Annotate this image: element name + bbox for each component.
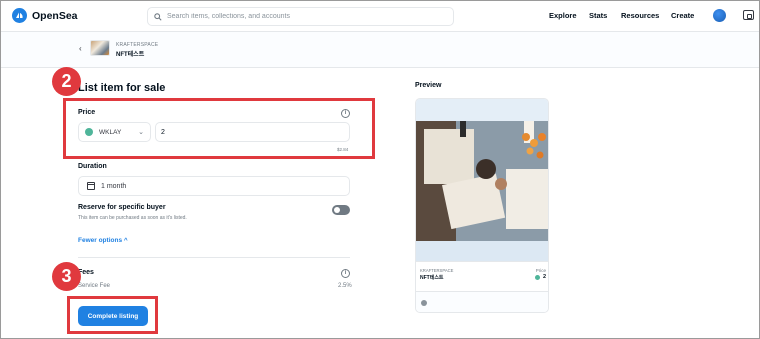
nft-card-footer bbox=[416, 291, 548, 312]
reserve-label: Reserve for specific buyer bbox=[78, 204, 166, 211]
calendar-icon bbox=[87, 182, 95, 190]
nft-preview-card[interactable]: KRAFTERSPACE NFT테스트 Price 2 bbox=[415, 98, 549, 313]
profile-avatar[interactable] bbox=[713, 9, 726, 22]
opensea-logo-icon bbox=[12, 8, 27, 23]
card-item-name: NFT테스트 bbox=[420, 275, 444, 281]
klay-token-icon bbox=[534, 274, 540, 280]
nav-resources[interactable]: Resources bbox=[621, 11, 659, 20]
card-price: 2 bbox=[534, 274, 546, 280]
card-price-value: 2 bbox=[542, 274, 546, 280]
divider bbox=[78, 257, 350, 258]
nft-image bbox=[416, 99, 548, 261]
brand-name: OpenSea bbox=[32, 9, 78, 22]
nav-explore[interactable]: Explore bbox=[549, 11, 577, 20]
duration-value: 1 month bbox=[101, 182, 127, 190]
card-price-label: Price bbox=[535, 268, 546, 273]
collection-name[interactable]: KRAFTERSPACE bbox=[116, 42, 158, 48]
wallet-icon[interactable] bbox=[743, 10, 754, 20]
item-subheader: ‹ KRAFTERSPACE NFT테스트 bbox=[1, 32, 759, 68]
duration-select[interactable]: 1 month bbox=[78, 176, 350, 196]
nft-card-info: KRAFTERSPACE NFT테스트 Price 2 bbox=[416, 261, 548, 291]
preview-heading: Preview bbox=[415, 82, 442, 89]
search-input[interactable] bbox=[167, 13, 437, 20]
klaytn-chain-icon bbox=[421, 300, 427, 306]
app-window: OpenSea Explore Stats Resources Create ‹… bbox=[0, 0, 760, 339]
duration-label: Duration bbox=[78, 163, 107, 170]
reserve-description: This item can be purchased as soon as it… bbox=[78, 215, 187, 221]
complete-highlight-box bbox=[67, 296, 158, 334]
card-collection: KRAFTERSPACE bbox=[420, 268, 454, 273]
top-navigation-bar: OpenSea Explore Stats Resources Create bbox=[1, 1, 759, 32]
step-2-badge: 2 bbox=[52, 67, 81, 96]
fewer-options-label: Fewer options bbox=[78, 237, 123, 244]
reserve-toggle[interactable] bbox=[332, 205, 350, 215]
info-icon[interactable]: i bbox=[341, 269, 350, 278]
search-icon bbox=[154, 12, 162, 21]
price-highlight-box bbox=[63, 98, 375, 159]
search-box[interactable] bbox=[147, 7, 454, 26]
fewer-options-link[interactable]: Fewer options ^ bbox=[78, 237, 128, 244]
nav-stats[interactable]: Stats bbox=[589, 11, 607, 20]
service-fee-value: 2.5% bbox=[338, 283, 352, 289]
item-thumbnail bbox=[90, 40, 110, 56]
nav-create[interactable]: Create bbox=[671, 11, 694, 20]
item-name: NFT테스트 bbox=[116, 52, 145, 58]
step-3-badge: 3 bbox=[52, 262, 81, 291]
chevron-left-icon[interactable]: ‹ bbox=[79, 44, 82, 53]
brand-logo[interactable]: OpenSea bbox=[12, 8, 78, 23]
chevron-up-icon: ^ bbox=[123, 237, 128, 244]
page-title: List item for sale bbox=[78, 82, 166, 94]
service-fee-label: Service Fee bbox=[78, 283, 111, 289]
